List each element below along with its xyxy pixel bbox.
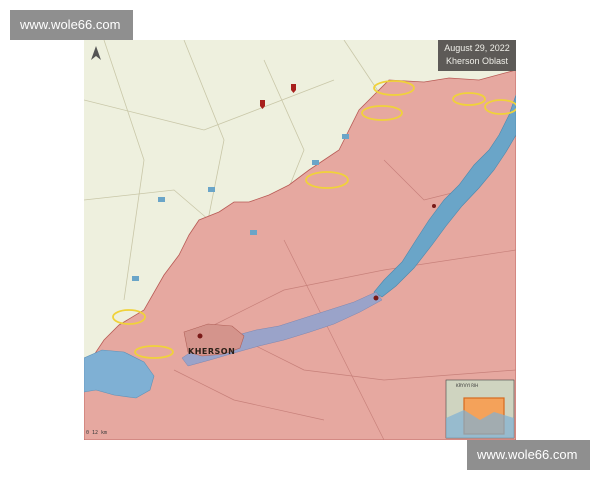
unit-icon [158, 197, 165, 202]
unit-icon [312, 160, 319, 165]
banner-date: August 29, 2022 [444, 43, 510, 53]
city-marker [373, 295, 379, 301]
unit-icon [342, 134, 349, 139]
unit-icon [208, 187, 215, 192]
watermark-bottom: www.wole66.com [467, 440, 590, 470]
map-frame[interactable]: August 29, 2022 Kherson Oblast KHERSON K… [84, 40, 516, 440]
inset-map [445, 379, 515, 439]
city-marker [197, 333, 203, 339]
watermark-top: www.wole66.com [10, 10, 133, 40]
inset-label: KRYVYI RIH [456, 383, 479, 388]
map-canvas[interactable] [84, 40, 516, 440]
city-marker [432, 204, 436, 208]
date-banner: August 29, 2022 Kherson Oblast [438, 40, 516, 71]
unit-icon [132, 276, 139, 281]
scale-label: 0 12 km [86, 430, 108, 436]
unit-icon [250, 230, 257, 235]
banner-region: Kherson Oblast [445, 56, 509, 66]
city-label-kherson: KHERSON [188, 347, 236, 356]
